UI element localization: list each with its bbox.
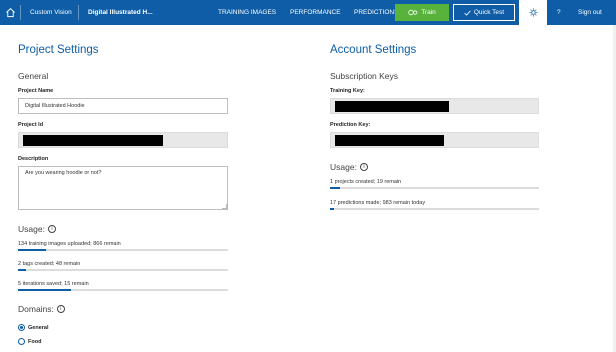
prediction-key-field[interactable]	[330, 132, 539, 148]
account-usage-heading: Usage: i	[330, 162, 368, 172]
domains-heading: Domains: i	[18, 304, 65, 314]
redacted-value	[335, 101, 449, 112]
radio-dot	[20, 326, 23, 329]
domains-title: Domains:	[18, 304, 54, 314]
info-icon[interactable]: i	[359, 163, 368, 171]
info-icon[interactable]: i	[47, 225, 56, 233]
usage-title: Usage:	[330, 162, 357, 172]
domain-radio-general[interactable]: General	[18, 324, 48, 331]
app-name[interactable]: Custom Vision	[30, 0, 72, 25]
usage-progress-bar	[330, 208, 539, 210]
help-button[interactable]: ?	[557, 0, 561, 25]
usage-progress-bar	[18, 269, 228, 271]
settings-button[interactable]	[519, 0, 547, 25]
gears-icon	[408, 9, 418, 16]
usage-progress-fill	[18, 249, 47, 251]
description-label: Description	[18, 156, 49, 162]
usage-progress-bar	[330, 187, 539, 189]
training-key-field[interactable]	[330, 98, 539, 114]
usage-line: 2 tags created; 48 remain	[18, 261, 81, 267]
domain-label: Food	[28, 338, 42, 345]
training-key-label: Training Key:	[330, 88, 365, 94]
quick-test-button[interactable]: Quick Test	[453, 4, 515, 21]
usage-progress-fill	[18, 289, 71, 291]
usage-line: 1 projects created; 19 remain	[330, 179, 402, 185]
description-field[interactable]	[18, 166, 228, 210]
train-button[interactable]: Train	[395, 4, 449, 21]
radio-circle[interactable]	[18, 324, 25, 331]
usage-progress-fill	[330, 187, 341, 189]
usage-progress-fill	[330, 208, 334, 210]
tab-predictions[interactable]: PREDICTIONS	[354, 0, 398, 25]
project-name-label: Project Name	[18, 88, 54, 94]
subscription-keys-heading: Subscription Keys	[330, 71, 399, 81]
tab-training-images[interactable]: TRAINING IMAGES	[218, 0, 276, 25]
usage-progress-bar	[18, 289, 228, 291]
info-icon[interactable]: i	[56, 305, 65, 313]
usage-title: Usage:	[18, 224, 45, 234]
gear-icon	[529, 8, 537, 17]
prediction-key-label: Prediction Key:	[330, 122, 371, 128]
divider	[78, 5, 79, 20]
home-icon[interactable]	[0, 0, 20, 25]
divider	[20, 5, 21, 20]
usage-progress-fill	[18, 269, 27, 271]
top-bar: Custom Vision Digital Illustrated H... T…	[0, 0, 616, 25]
project-usage-heading: Usage: i	[18, 224, 56, 234]
usage-line: 17 predictions made; 983 remain today	[330, 200, 426, 206]
tab-performance[interactable]: PERFORMANCE	[290, 0, 341, 25]
domain-radio-food[interactable]: Food	[18, 338, 41, 345]
domain-label: General	[28, 324, 49, 331]
usage-progress-bar	[18, 249, 228, 251]
usage-line: 5 iterations saved; 15 remain	[18, 281, 89, 287]
checkmark-icon	[464, 10, 471, 16]
usage-line: 134 training images uploaded; 866 remain	[18, 241, 121, 247]
quick-test-label: Quick Test	[473, 9, 505, 16]
description-wrapper	[18, 166, 228, 210]
sign-out-link[interactable]: Sign out	[578, 0, 602, 25]
resize-handle[interactable]	[222, 204, 227, 209]
radio-circle[interactable]	[18, 338, 25, 345]
project-id-label: Project Id	[18, 122, 44, 128]
project-name-field[interactable]	[18, 98, 228, 114]
general-heading: General	[18, 71, 49, 81]
account-settings-title: Account Settings	[330, 44, 417, 56]
project-settings-title: Project Settings	[18, 44, 99, 56]
redacted-value	[335, 135, 444, 146]
project-name[interactable]: Digital Illustrated H...	[88, 0, 153, 25]
train-label: Train	[421, 9, 436, 16]
project-id-field[interactable]	[18, 132, 228, 148]
redacted-value	[23, 135, 163, 146]
